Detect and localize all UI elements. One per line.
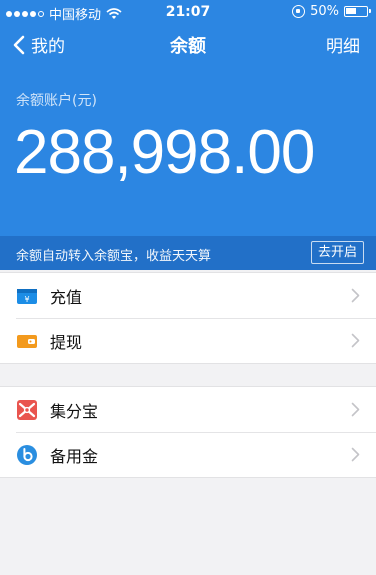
promo-text: 余额自动转入余额宝，收益天天算 — [16, 249, 212, 264]
withdraw-icon — [17, 334, 37, 348]
chevron-right-icon — [351, 447, 360, 462]
balance-amount: 288,998.00 — [14, 118, 315, 187]
jifenbao-icon — [17, 399, 37, 420]
jifenbao-row[interactable]: 集分宝 — [0, 387, 376, 432]
menu-group-2: 集分宝 备用金 — [0, 386, 376, 478]
nav-bar: 我的 余额 明细 — [0, 24, 376, 64]
chevron-right-icon — [351, 333, 360, 348]
chevron-right-icon — [351, 402, 360, 417]
withdraw-label: 提现 — [50, 332, 83, 352]
battery-percent: 50% — [310, 4, 339, 19]
menu-group-1: ¥ 充值 提现 — [0, 272, 376, 364]
balance-label: 余额账户(元) — [16, 93, 97, 109]
beiyongjin-label: 备用金 — [50, 446, 99, 466]
back-chevron-icon — [13, 35, 25, 54]
jifenbao-label: 集分宝 — [50, 401, 99, 421]
recharge-label: 充值 — [50, 287, 83, 307]
svg-text:¥: ¥ — [24, 295, 29, 304]
promo-bar: 余额自动转入余额宝，收益天天算 去开启 — [0, 236, 376, 270]
withdraw-row[interactable]: 提现 — [0, 318, 376, 363]
beiyongjin-row[interactable]: 备用金 — [0, 432, 376, 477]
status-bar: 中国移动 21:07 50% — [0, 0, 376, 24]
battery-icon — [344, 6, 371, 17]
recharge-row[interactable]: ¥ 充值 — [0, 273, 376, 318]
recharge-icon: ¥ — [17, 288, 37, 304]
orientation-lock-icon — [292, 5, 306, 18]
details-button[interactable]: 明细 — [326, 32, 360, 57]
status-right: 50% — [292, 4, 371, 19]
back-button[interactable]: 我的 — [10, 32, 65, 57]
back-label: 我的 — [31, 37, 65, 57]
beiyongjin-icon — [17, 444, 37, 465]
chevron-right-icon — [351, 288, 360, 303]
enable-button[interactable]: 去开启 — [310, 241, 364, 264]
